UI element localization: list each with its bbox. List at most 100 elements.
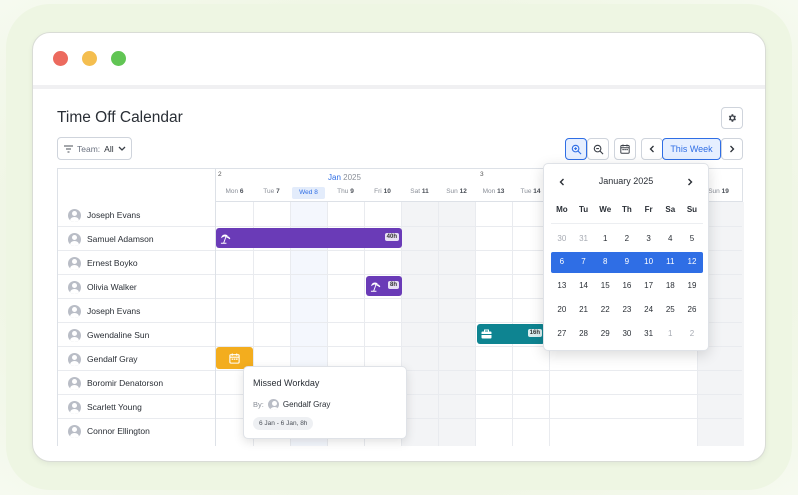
popover-title: Missed Workday	[253, 378, 320, 388]
datepicker-week-row[interactable]: 30 31 1 2 3 4 5	[551, 229, 703, 249]
person-name: Ernest Boyko	[87, 258, 138, 268]
person-name: Scarlett Young	[87, 402, 142, 412]
day-label: Sat 11	[410, 188, 429, 195]
day-cell[interactable]: 16	[616, 276, 638, 296]
day-cell[interactable]: 3	[638, 229, 660, 249]
calendar-icon	[620, 144, 630, 154]
previous-week-button[interactable]	[641, 138, 663, 160]
avatar	[68, 280, 81, 294]
chevron-down-icon	[118, 146, 126, 151]
filter-icon	[64, 144, 73, 153]
avatar	[68, 424, 81, 438]
person-row[interactable]: Ernest Boyko	[68, 251, 138, 275]
person-row[interactable]: Samuel Adamson	[68, 227, 154, 251]
calendar-picker-button[interactable]	[614, 138, 636, 160]
weekday-header: Mo Tu We Th Fr Sa Su	[556, 205, 698, 214]
settings-button[interactable]	[721, 107, 743, 129]
day-cell[interactable]: 9	[616, 252, 638, 273]
avatar	[68, 208, 81, 222]
timeoff-bar[interactable]: 8h	[366, 276, 402, 296]
day-cell[interactable]: 23	[616, 300, 638, 320]
avatar	[68, 304, 81, 318]
team-filter-value: All	[104, 143, 114, 154]
day-cell[interactable]: 7	[573, 252, 595, 273]
day-cell[interactable]: 5	[681, 229, 703, 249]
person-row[interactable]: Boromir Denatorson	[68, 371, 163, 395]
gear-icon	[728, 114, 736, 122]
day-cell[interactable]: 1	[594, 229, 616, 249]
datepicker-next-button[interactable]	[682, 174, 698, 190]
next-week-button[interactable]	[721, 138, 743, 160]
avatar	[68, 376, 81, 390]
date-range-chip: 6 Jan - 6 Jan, 8h	[253, 417, 314, 430]
avatar	[68, 232, 81, 246]
day-cell[interactable]: 29	[594, 324, 616, 344]
weekend-column	[438, 202, 475, 446]
app-window: Time Off Calendar Team: All This Week Jo…	[32, 32, 766, 462]
day-cell[interactable]: 22	[594, 300, 616, 320]
day-cell[interactable]: 13	[551, 276, 573, 296]
person-name: Joseph Evans	[87, 210, 141, 220]
day-cell[interactable]: 1	[659, 324, 681, 344]
day-label: Tue 7	[263, 188, 280, 195]
week-number: 3	[480, 171, 484, 178]
day-label: Mon 13	[482, 188, 505, 195]
day-cell[interactable]: 2	[616, 229, 638, 249]
day-label: Fri 10	[374, 188, 391, 195]
avatar	[267, 399, 279, 410]
datepicker-week-row[interactable]: 20 21 22 23 24 25 26	[551, 300, 703, 320]
week-number: 2	[218, 171, 222, 178]
person-row[interactable]: Joseph Evans	[68, 203, 140, 227]
datepicker-popup: January 2025 Mo Tu We Th Fr Sa Su 30 31 …	[543, 163, 709, 351]
day-cell[interactable]: 28	[573, 324, 595, 344]
day-cell[interactable]: 30	[616, 324, 638, 344]
day-cell[interactable]: 24	[638, 300, 660, 320]
day-cell[interactable]: 14	[573, 276, 595, 296]
day-cell[interactable]: 8	[594, 252, 616, 273]
day-cell[interactable]: 10	[638, 252, 660, 273]
day-cell[interactable]: 26	[681, 300, 703, 320]
person-row[interactable]: Gendalf Gray	[68, 347, 138, 371]
maximize-window-button[interactable]	[111, 51, 126, 66]
close-window-button[interactable]	[53, 51, 68, 66]
day-cell[interactable]: 2	[681, 324, 703, 344]
day-cell[interactable]: 27	[551, 324, 573, 344]
zoom-out-button[interactable]	[587, 138, 609, 160]
day-cell[interactable]: 31	[638, 324, 660, 344]
day-cell[interactable]: 20	[551, 300, 573, 320]
minimize-window-button[interactable]	[82, 51, 97, 66]
day-cell[interactable]: 4	[659, 229, 681, 249]
team-filter-dropdown[interactable]: Team: All	[57, 137, 132, 160]
avatar	[68, 352, 81, 366]
person-row[interactable]: Scarlett Young	[68, 395, 142, 419]
day-cell[interactable]: 21	[573, 300, 595, 320]
person-row[interactable]: Joseph Evans	[68, 299, 140, 323]
day-cell[interactable]: 15	[594, 276, 616, 296]
zoom-in-button[interactable]	[565, 138, 587, 160]
avatar	[68, 328, 81, 342]
day-cell[interactable]: 12	[681, 252, 703, 273]
datepicker-week-row[interactable]: 27 28 29 30 31 1 2	[551, 324, 703, 344]
day-cell[interactable]: 6	[551, 252, 573, 273]
day-cell[interactable]: 17	[638, 276, 660, 296]
datepicker-week-row[interactable]: 13 14 15 16 17 18 19	[551, 276, 703, 296]
day-cell[interactable]: 18	[659, 276, 681, 296]
day-cell[interactable]: 25	[659, 300, 681, 320]
person-row[interactable]: Olivia Walker	[68, 275, 137, 299]
hours-badge: 8h	[387, 281, 399, 289]
person-row[interactable]: Connor Ellington	[68, 419, 150, 443]
timeoff-bar[interactable]: 16h	[477, 324, 545, 344]
person-name: Connor Ellington	[87, 426, 150, 436]
this-week-button[interactable]: This Week	[662, 138, 721, 160]
day-cell[interactable]: 11	[659, 252, 681, 273]
day-cell[interactable]: 31	[573, 229, 595, 249]
selected-week-row[interactable]: 6 7 8 9 10 11 12	[551, 252, 703, 273]
timeoff-bar[interactable]: 40h	[216, 228, 402, 248]
person-name: Gwendaline Sun	[87, 330, 150, 340]
window-titlebar	[33, 33, 765, 89]
chevron-right-icon	[688, 178, 693, 186]
person-row[interactable]: Gwendaline Sun	[68, 323, 149, 347]
day-cell[interactable]: 19	[681, 276, 703, 296]
person-name: Boromir Denatorson	[87, 378, 164, 388]
day-cell[interactable]: 30	[551, 229, 573, 249]
